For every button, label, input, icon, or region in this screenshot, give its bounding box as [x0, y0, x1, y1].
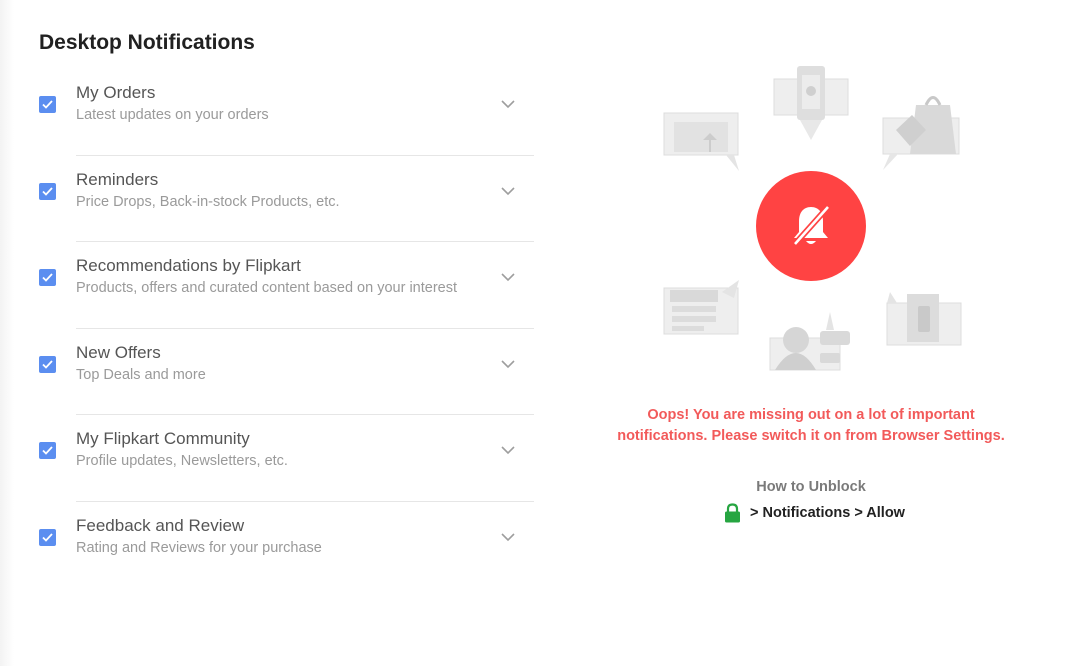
- notification-preferences-list: My Orders Latest updates on your orders …: [0, 69, 560, 588]
- community-chat-icon: [769, 312, 850, 371]
- preference-row-feedback[interactable]: Feedback and Review Rating and Reviews f…: [0, 502, 560, 589]
- phone-notification-icon: [773, 66, 849, 140]
- upload-card-icon: [663, 112, 739, 171]
- preference-description: Top Deals and more: [76, 366, 206, 383]
- preference-checkbox[interactable]: [39, 182, 56, 200]
- check-icon: [42, 359, 53, 369]
- preference-checkbox[interactable]: [39, 528, 56, 546]
- how-to-unblock-title: How to Unblock: [756, 479, 866, 495]
- preference-description: Rating and Reviews for your purchase: [76, 539, 322, 556]
- chevron-down-icon[interactable]: [499, 441, 517, 459]
- preference-label: Feedback and Review: [76, 515, 245, 535]
- page-title: Desktop Notifications: [39, 31, 255, 54]
- chevron-down-icon[interactable]: [499, 268, 517, 286]
- preference-row-my-orders[interactable]: My Orders Latest updates on your orders: [0, 69, 560, 156]
- warning-line-1: Oops! You are missing out on a lot of im…: [647, 407, 975, 423]
- preference-row-community[interactable]: My Flipkart Community Profile updates, N…: [0, 415, 560, 502]
- news-card-icon: [663, 280, 739, 335]
- notifications-blocked-badge: [756, 171, 866, 281]
- preference-row-reminders[interactable]: Reminders Price Drops, Back-in-stock Pro…: [0, 156, 560, 242]
- shopping-bag-icon: [882, 96, 960, 170]
- check-icon: [42, 532, 53, 542]
- chevron-down-icon[interactable]: [499, 528, 517, 546]
- preference-description: Profile updates, Newsletters, etc.: [76, 453, 288, 469]
- chevron-down-icon[interactable]: [499, 95, 517, 113]
- chevron-down-icon[interactable]: [499, 182, 517, 200]
- unblock-steps-text: > Notifications > Allow: [750, 505, 905, 521]
- preference-row-recommendations[interactable]: Recommendations by Flipkart Products, of…: [0, 242, 560, 329]
- preference-checkbox[interactable]: [39, 355, 56, 373]
- preference-label: Recommendations by Flipkart: [76, 256, 301, 275]
- preference-label: Reminders: [76, 169, 159, 189]
- preference-label: New Offers: [76, 342, 161, 362]
- unblock-steps: > Notifications > Allow: [724, 503, 905, 523]
- preference-checkbox[interactable]: [39, 96, 56, 113]
- chevron-down-icon[interactable]: [499, 355, 517, 373]
- check-icon: [42, 446, 53, 455]
- preference-checkbox[interactable]: [39, 269, 56, 286]
- check-icon: [42, 273, 53, 282]
- notifications-page: Desktop Notifications My Orders Latest u…: [0, 0, 1069, 666]
- warning-line-2: notifications. Please switch it on from …: [617, 428, 1005, 444]
- preference-checkbox[interactable]: [39, 442, 56, 459]
- preference-description: Products, offers and curated content bas…: [76, 280, 457, 296]
- mobile-device-icon: [886, 292, 962, 346]
- bell-off-icon: [792, 205, 831, 246]
- check-icon: [42, 186, 53, 196]
- check-icon: [42, 100, 53, 109]
- preference-description: Price Drops, Back-in-stock Products, etc…: [76, 193, 340, 210]
- lock-icon: [725, 503, 740, 523]
- notifications-blocked-warning: Oops! You are missing out on a lot of im…: [600, 405, 1022, 447]
- preference-row-new-offers[interactable]: New Offers Top Deals and more: [0, 329, 560, 415]
- preference-label: My Orders: [76, 83, 156, 102]
- preference-description: Latest updates on your orders: [76, 107, 269, 123]
- preference-label: My Flipkart Community: [76, 429, 250, 448]
